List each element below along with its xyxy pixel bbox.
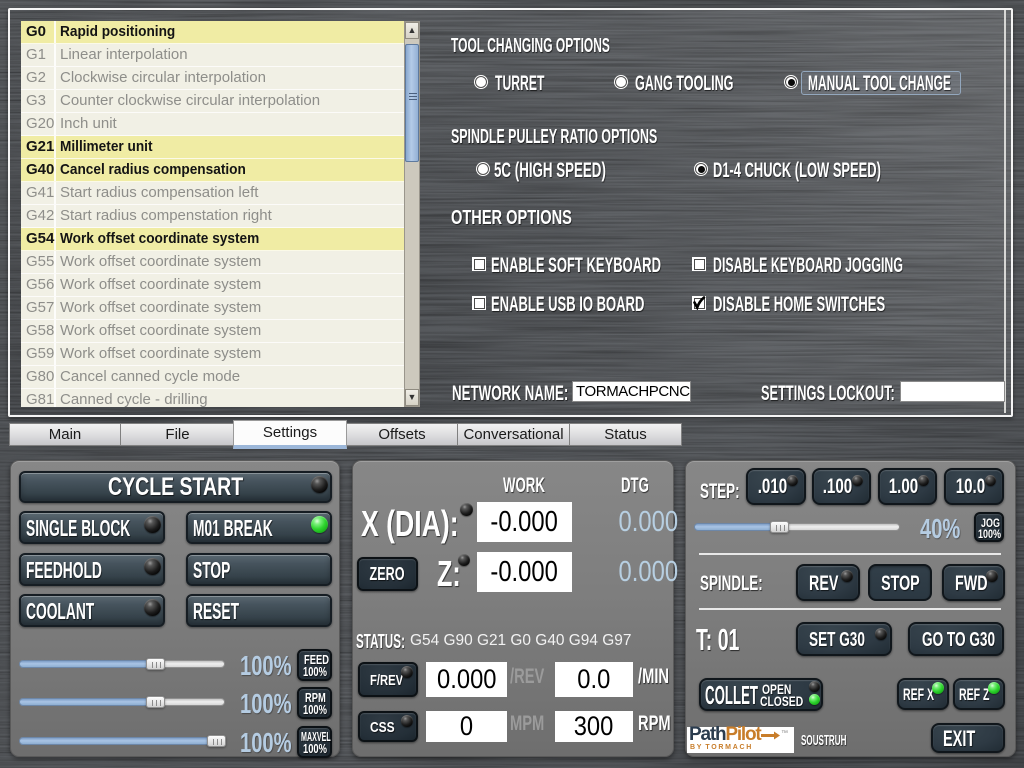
svg-text:™: ™ [781,730,788,737]
